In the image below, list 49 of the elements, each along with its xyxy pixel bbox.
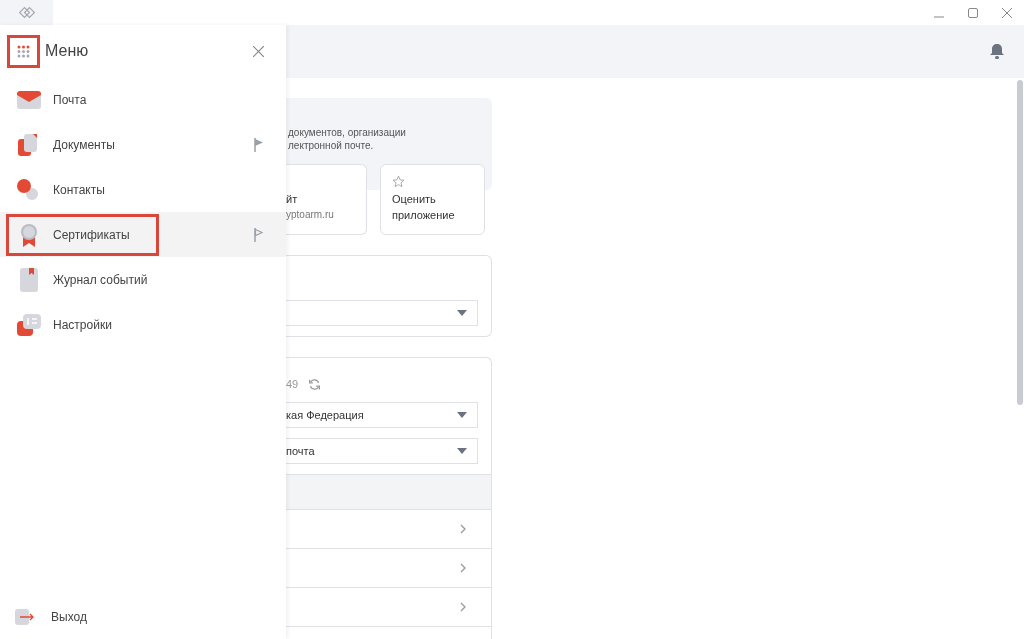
menu-item-label: Журнал событий: [53, 271, 148, 289]
menu-item-label: Настройки: [53, 316, 112, 334]
grid-icon: [17, 44, 30, 58]
star-icon: [392, 175, 405, 188]
refresh-icon[interactable]: [308, 377, 322, 391]
documents-icon: [18, 132, 40, 157]
chevron-right-icon: [460, 563, 466, 573]
medal-icon: [19, 222, 39, 247]
link-title: Оценить приложение: [392, 192, 456, 223]
link-card[interactable]: йт yptoarm.ru: [286, 164, 367, 235]
code-text: 49: [286, 376, 299, 392]
dropdown-caret-icon: [457, 310, 467, 316]
close-icon[interactable]: [253, 45, 264, 57]
menu-item[interactable]: Журнал событий: [0, 257, 286, 302]
menu-item-label: Контакты: [53, 181, 105, 199]
logo-icon: [18, 4, 35, 21]
select-field[interactable]: кая Федерация: [286, 402, 478, 428]
link-title: йт: [286, 192, 299, 207]
menu-item[interactable]: Почта: [0, 77, 286, 122]
flag-outline-icon[interactable]: [254, 227, 264, 242]
info-text-line: лектронной почте.: [287, 139, 375, 152]
menu-grid-button[interactable]: [7, 34, 40, 68]
menu-item-label: Документы: [53, 136, 115, 154]
maximize-icon[interactable]: [968, 7, 978, 18]
settings-icon: [17, 313, 41, 336]
menu-item[interactable]: Документы: [0, 122, 286, 167]
chevron-right-icon: [460, 524, 466, 534]
link-subtitle: yptoarm.ru: [286, 208, 335, 222]
bell-icon[interactable]: [990, 44, 1004, 59]
book-icon: [20, 267, 38, 292]
close-icon[interactable]: [1002, 7, 1012, 18]
exit-arrow-icon: [15, 609, 35, 625]
menu-item-label: Сертификаты: [53, 226, 130, 244]
menu-item[interactable]: Сертификаты: [0, 212, 286, 257]
menu-item-label: Почта: [53, 91, 87, 109]
flag-icon[interactable]: [254, 137, 264, 152]
info-text-line: документов, организации: [287, 126, 407, 139]
logout-item[interactable]: Выход: [0, 597, 286, 637]
menu-item[interactable]: Настройки: [0, 302, 286, 347]
select-field[interactable]: почта: [286, 438, 478, 464]
link-card[interactable]: Оценить приложение: [380, 164, 485, 235]
contacts-icon: [17, 178, 41, 201]
chevron-right-icon: [460, 602, 466, 612]
select-field[interactable]: [286, 300, 478, 326]
dropdown-caret-icon: [457, 448, 467, 454]
menu-item[interactable]: Контакты: [0, 167, 286, 212]
dropdown-caret-icon: [457, 412, 467, 418]
envelope-icon: [17, 89, 41, 110]
menu-title: Меню: [45, 41, 89, 61]
